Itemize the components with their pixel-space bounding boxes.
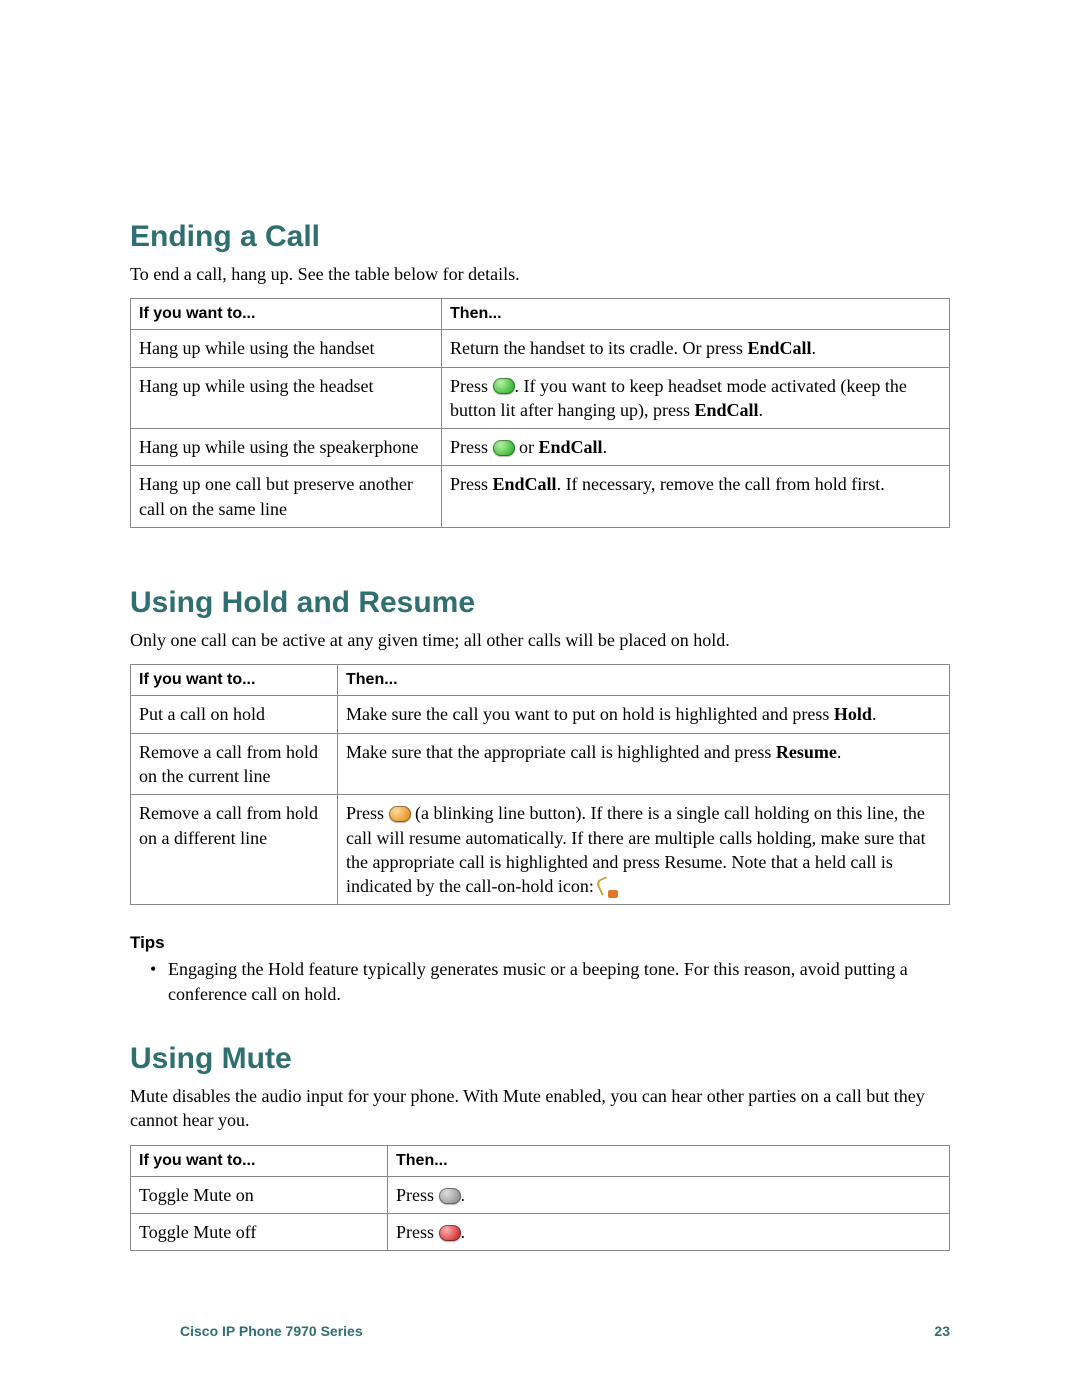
table-row: Hang up while using the headset Press . … bbox=[131, 367, 950, 429]
text: . bbox=[759, 400, 764, 420]
col-header-then: Then... bbox=[388, 1145, 950, 1176]
text: Press bbox=[396, 1185, 439, 1205]
cell-want: Hang up while using the headset bbox=[131, 367, 442, 429]
cell-then: Make sure that the appropriate call is h… bbox=[338, 733, 950, 795]
table-row: Remove a call from hold on the current l… bbox=[131, 733, 950, 795]
heading-using-mute: Using Mute bbox=[130, 1042, 950, 1076]
text: . If necessary, remove the call from hol… bbox=[557, 474, 885, 494]
footer-title: Cisco IP Phone 7970 Series bbox=[180, 1323, 363, 1339]
document-page: Ending a Call To end a call, hang up. Se… bbox=[0, 0, 1080, 1251]
intro-ending: To end a call, hang up. See the table be… bbox=[130, 262, 950, 286]
text: . bbox=[811, 338, 816, 358]
bullet-icon: • bbox=[150, 957, 168, 1006]
speaker-button-icon bbox=[493, 440, 515, 456]
col-header-then: Then... bbox=[442, 299, 950, 330]
cell-want: Remove a call from hold on the current l… bbox=[131, 733, 338, 795]
cell-want: Hang up one call but preserve another ca… bbox=[131, 466, 442, 528]
table-ending-a-call: If you want to... Then... Hang up while … bbox=[130, 298, 950, 528]
line-button-icon bbox=[389, 806, 411, 822]
bold-hold: Hold bbox=[834, 704, 872, 724]
text: Return the handset to its cradle. Or pre… bbox=[450, 338, 747, 358]
cell-then: Press . bbox=[388, 1213, 950, 1250]
cell-want: Hang up while using the handset bbox=[131, 330, 442, 367]
text: . If you want to keep headset mode activ… bbox=[450, 376, 907, 420]
text: Make sure that the appropriate call is h… bbox=[346, 742, 776, 762]
cell-want: Toggle Mute off bbox=[131, 1213, 388, 1250]
text: . bbox=[603, 437, 608, 457]
text: (a blinking line button). If there is a … bbox=[346, 803, 926, 896]
table-row: Toggle Mute on Press . bbox=[131, 1176, 950, 1213]
cell-want: Hang up while using the speakerphone bbox=[131, 429, 442, 466]
text: . bbox=[461, 1222, 466, 1242]
cell-want: Put a call on hold bbox=[131, 696, 338, 733]
cell-then: Make sure the call you want to put on ho… bbox=[338, 696, 950, 733]
bold-endcall: EndCall bbox=[747, 338, 811, 358]
table-hold-resume: If you want to... Then... Put a call on … bbox=[130, 664, 950, 905]
tips-heading: Tips bbox=[130, 933, 950, 953]
tip-text: Engaging the Hold feature typically gene… bbox=[168, 957, 950, 1006]
table-row: Hang up while using the handset Return t… bbox=[131, 330, 950, 367]
text: Press bbox=[346, 803, 389, 823]
mute-button-lit-icon bbox=[439, 1225, 461, 1241]
cell-then: Press EndCall. If necessary, remove the … bbox=[442, 466, 950, 528]
table-header-row: If you want to... Then... bbox=[131, 299, 950, 330]
tip-item: • Engaging the Hold feature typically ge… bbox=[150, 957, 950, 1006]
table-header-row: If you want to... Then... bbox=[131, 1145, 950, 1176]
intro-mute: Mute disables the audio input for your p… bbox=[130, 1084, 950, 1133]
cell-then: Return the handset to its cradle. Or pre… bbox=[442, 330, 950, 367]
text: Press bbox=[450, 437, 493, 457]
bold-resume: Resume bbox=[776, 742, 837, 762]
call-on-hold-icon bbox=[598, 878, 616, 896]
text: Press bbox=[396, 1222, 439, 1242]
page-footer: Cisco IP Phone 7970 Series 23 bbox=[180, 1323, 950, 1339]
text: . bbox=[872, 704, 877, 724]
mute-button-icon bbox=[439, 1188, 461, 1204]
col-header-then: Then... bbox=[338, 665, 950, 696]
bold-endcall: EndCall bbox=[493, 474, 557, 494]
cell-then: Press (a blinking line button). If there… bbox=[338, 795, 950, 905]
text: or bbox=[515, 437, 539, 457]
col-header-want: If you want to... bbox=[131, 1145, 388, 1176]
table-row: Toggle Mute off Press . bbox=[131, 1213, 950, 1250]
table-row: Put a call on hold Make sure the call yo… bbox=[131, 696, 950, 733]
cell-then: Press . If you want to keep headset mode… bbox=[442, 367, 950, 429]
cell-then: Press . bbox=[388, 1176, 950, 1213]
table-row: Remove a call from hold on a different l… bbox=[131, 795, 950, 905]
page-number: 23 bbox=[934, 1323, 950, 1339]
text: . bbox=[837, 742, 842, 762]
bold-endcall: EndCall bbox=[539, 437, 603, 457]
col-header-want: If you want to... bbox=[131, 299, 442, 330]
intro-hold: Only one call can be active at any given… bbox=[130, 628, 950, 652]
text: Make sure the call you want to put on ho… bbox=[346, 704, 834, 724]
table-mute: If you want to... Then... Toggle Mute on… bbox=[130, 1145, 950, 1252]
headset-button-icon bbox=[493, 378, 515, 394]
table-header-row: If you want to... Then... bbox=[131, 665, 950, 696]
bold-endcall: EndCall bbox=[694, 400, 758, 420]
table-row: Hang up one call but preserve another ca… bbox=[131, 466, 950, 528]
cell-then: Press or EndCall. bbox=[442, 429, 950, 466]
heading-ending-a-call: Ending a Call bbox=[130, 220, 950, 254]
heading-hold-resume: Using Hold and Resume bbox=[130, 586, 950, 620]
cell-want: Remove a call from hold on a different l… bbox=[131, 795, 338, 905]
text: Press bbox=[450, 474, 493, 494]
cell-want: Toggle Mute on bbox=[131, 1176, 388, 1213]
text: . bbox=[461, 1185, 466, 1205]
col-header-want: If you want to... bbox=[131, 665, 338, 696]
table-row: Hang up while using the speakerphone Pre… bbox=[131, 429, 950, 466]
text: Press bbox=[450, 376, 493, 396]
